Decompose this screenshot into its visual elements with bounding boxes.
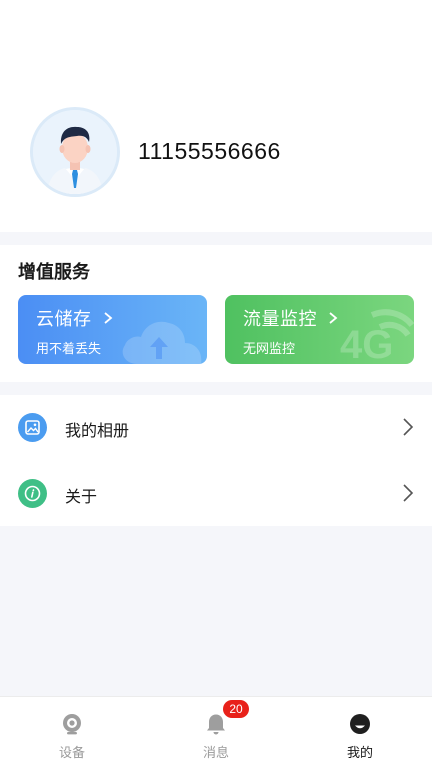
cloud-storage-title: 云储存 — [36, 309, 92, 330]
chevron-right-icon — [329, 312, 338, 324]
menu-item-label: 关于 — [65, 487, 98, 506]
menu-item-about[interactable]: 关于 — [0, 461, 432, 526]
tab-label: 消息 — [202, 746, 229, 761]
user-avatar-icon — [33, 110, 117, 194]
chevron-right-icon — [403, 484, 414, 502]
value-added-services: 增值服务 云储存 用不着丢失 4G 流量监控 无网监控 — [0, 245, 432, 382]
unread-badge: 20 — [223, 700, 249, 718]
menu-list: 我的相册 关于 — [0, 395, 432, 526]
bell-icon — [207, 714, 225, 735]
camera-icon — [63, 714, 81, 735]
tab-messages[interactable]: 20 消息 — [144, 697, 288, 768]
phone-number: 11155556666 — [138, 138, 281, 164]
tab-mine[interactable]: 我的 — [288, 697, 432, 768]
bottom-tab-bar: 设备 20 消息 我的 — [0, 696, 432, 768]
avatar[interactable] — [30, 107, 120, 197]
menu-item-my-album[interactable]: 我的相册 — [0, 395, 432, 460]
cloud-storage-card[interactable]: 云储存 用不着丢失 — [18, 295, 207, 364]
section-title: 增值服务 — [18, 262, 90, 283]
cloud-upload-icon — [122, 321, 202, 364]
chevron-right-icon — [104, 312, 113, 324]
chevron-right-icon — [403, 418, 414, 436]
photo-album-icon — [18, 413, 47, 442]
menu-item-label: 我的相册 — [65, 421, 130, 440]
tab-devices[interactable]: 设备 — [0, 697, 144, 768]
tab-label: 设备 — [58, 746, 85, 761]
smiley-icon — [350, 714, 370, 734]
cloud-storage-subtitle: 用不着丢失 — [36, 342, 102, 357]
traffic-monitor-card[interactable]: 4G 流量监控 无网监控 — [225, 295, 414, 364]
svg-text:4G: 4G — [340, 323, 393, 364]
tab-label: 我的 — [346, 746, 373, 761]
profile-header: 11155556666 — [0, 0, 432, 232]
info-icon — [18, 479, 47, 508]
traffic-monitor-title: 流量监控 — [243, 309, 317, 330]
4g-signal-icon: 4G — [340, 309, 414, 364]
traffic-monitor-subtitle: 无网监控 — [243, 342, 296, 357]
